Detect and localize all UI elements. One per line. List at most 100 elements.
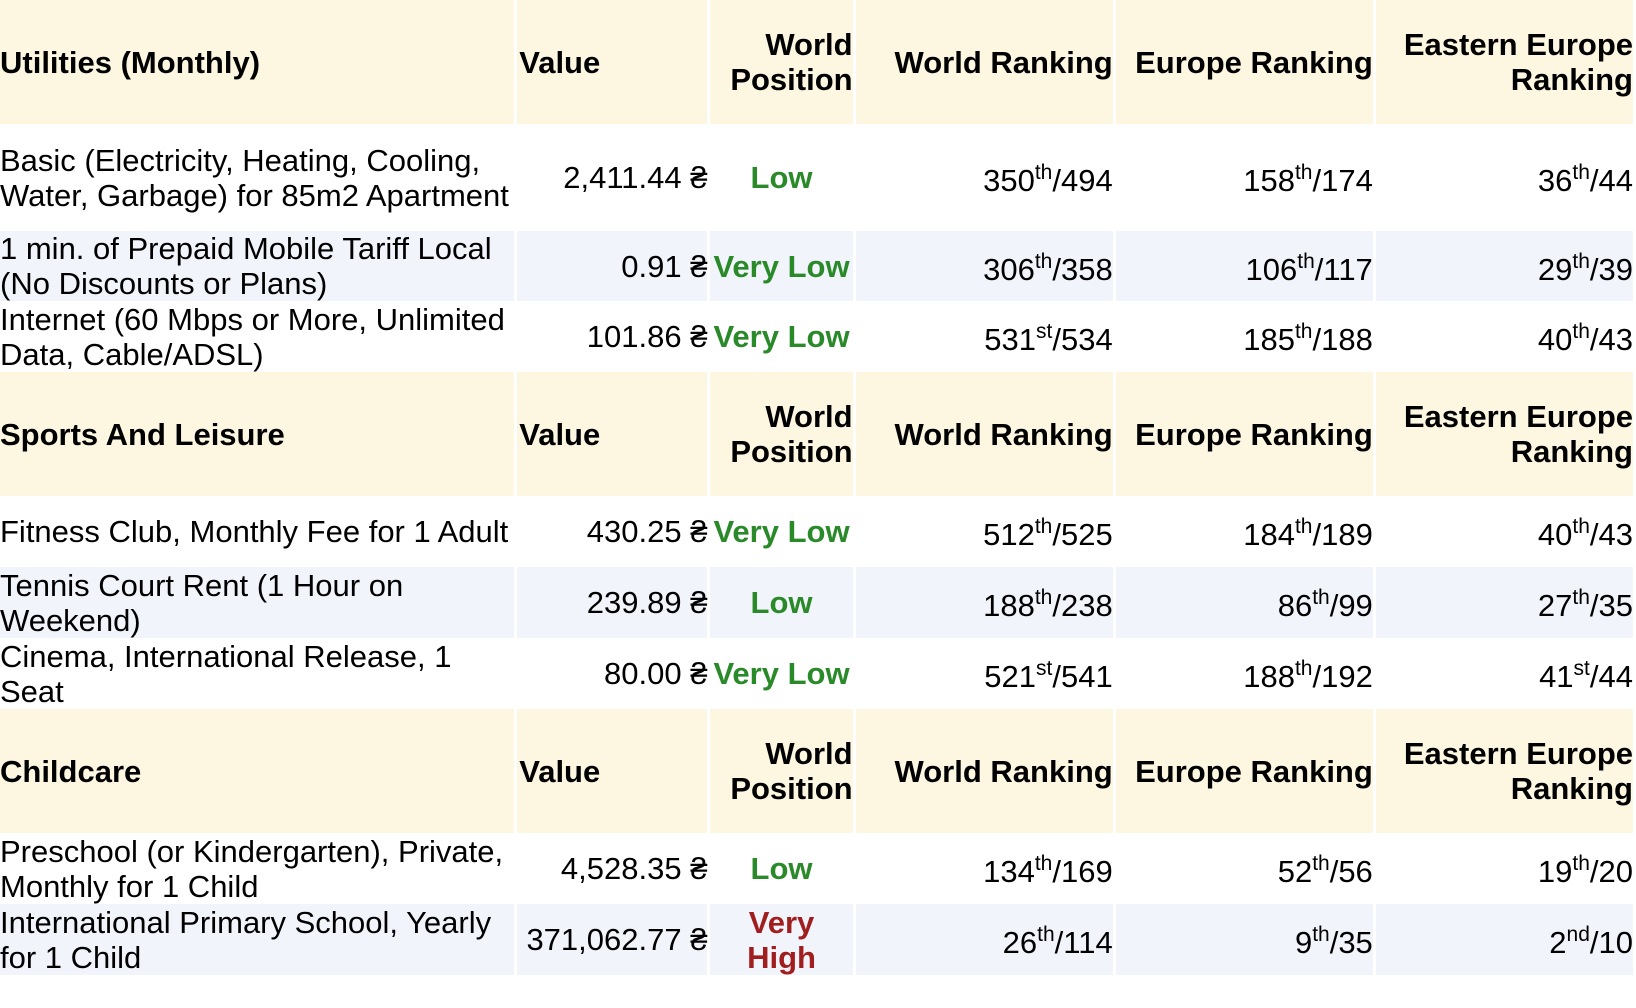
europe-ranking-total: /99: [1329, 588, 1373, 623]
world-ranking-total: /541: [1052, 659, 1113, 694]
table-row: International Primary School, Yearly for…: [0, 904, 1633, 975]
world-ranking-suffix: th: [1034, 161, 1053, 184]
item-name: Fitness Club, Monthly Fee for 1 Adult: [0, 514, 509, 549]
europe-ranking: 9th/35: [1115, 904, 1373, 975]
eastern-europe-ranking-suffix: th: [1572, 586, 1590, 609]
section-header: Childcare Value World Position World Rankin…: [0, 709, 1633, 833]
eastern-europe-ranking-number: 41: [1539, 659, 1574, 694]
world-position-rating: Very High: [710, 904, 853, 975]
europe-ranking-suffix: th: [1312, 852, 1330, 875]
europe-ranking: 188th/192: [1116, 638, 1373, 709]
europe-ranking-total: /35: [1329, 925, 1373, 960]
table-row: Preschool (or Kindergarten), Private, Mo…: [0, 833, 1633, 904]
cost-of-living-table: Utilities (Monthly) Value World Position Wo…: [0, 0, 1636, 975]
eastern-europe-ranking-total: /10: [1589, 925, 1633, 960]
section-header: Utilities (Monthly) Value World Position Wo…: [0, 0, 1633, 124]
europe-ranking-number: 86: [1277, 588, 1313, 623]
europe-ranking-column-header: Europe Ranking: [1115, 709, 1373, 833]
europe-ranking: 106th/117: [1115, 231, 1373, 301]
eastern-europe-ranking: 2nd/10: [1375, 904, 1633, 975]
world-ranking-number: 188: [983, 588, 1035, 623]
world-ranking-number: 134: [983, 854, 1035, 889]
eastern-europe-ranking-number: 40: [1537, 322, 1573, 357]
item-value: 0.91 ₴: [517, 231, 708, 301]
eastern-europe-ranking-number: 40: [1537, 517, 1573, 552]
europe-ranking-number: 184: [1243, 517, 1295, 552]
europe-ranking-number: 185: [1243, 322, 1295, 357]
europe-ranking: 86th/99: [1115, 567, 1373, 638]
world-ranking-total: /169: [1052, 854, 1113, 889]
eastern-europe-ranking-column-header: Eastern Europe Ranking: [1375, 709, 1633, 833]
item-value: 101.86 ₴: [586, 319, 708, 354]
section-title: Childcare: [0, 709, 515, 833]
world-position-rating: Very Low: [710, 231, 853, 301]
world-ranking: 512th/525: [856, 496, 1113, 567]
world-position-rating: Low: [750, 160, 813, 195]
eastern-europe-ranking-total: /44: [1589, 659, 1633, 694]
item-name: Cinema, International Release, 1 Seat: [0, 638, 452, 709]
item-name: International Primary School, Yearly for…: [0, 904, 515, 975]
world-ranking-total: /114: [1054, 925, 1113, 960]
item-name: Basic (Electricity, Heating, Cooling, Wa…: [0, 142, 509, 213]
europe-ranking-total: /56: [1329, 854, 1373, 889]
europe-ranking: 158th/174: [1116, 124, 1373, 231]
world-ranking-column-header: World Ranking: [855, 709, 1113, 833]
europe-ranking-suffix: th: [1294, 161, 1313, 184]
table-row: Basic (Electricity, Heating, Cooling, Wa…: [0, 124, 1633, 231]
europe-ranking-total: /174: [1312, 163, 1373, 198]
eastern-europe-ranking-total: /20: [1589, 854, 1633, 889]
eastern-europe-ranking-suffix: th: [1572, 852, 1590, 875]
item-value: 80.00 ₴: [604, 656, 708, 691]
table-row: Cinema, International Release, 1 Seat 80.…: [0, 638, 1633, 709]
world-position-rating: Low: [750, 851, 813, 886]
item-name: Internet (60 Mbps or More, Unlimited Dat…: [0, 301, 505, 372]
eastern-europe-ranking-number: 27: [1537, 588, 1573, 623]
world-position-column-header: World Position: [710, 0, 853, 124]
item-value: 371,062.77 ₴: [517, 904, 708, 975]
world-ranking-total: /525: [1052, 517, 1113, 552]
value-column-header: Value: [517, 709, 708, 833]
world-ranking-suffix: th: [1034, 586, 1053, 609]
world-ranking-number: 512: [983, 517, 1035, 552]
europe-ranking-suffix: th: [1294, 320, 1313, 343]
eastern-europe-ranking: 29th/39: [1375, 231, 1633, 301]
world-ranking-number: 531: [984, 322, 1037, 357]
eastern-europe-ranking-column-header: Eastern Europe Ranking: [1375, 0, 1633, 124]
section-title: Sports And Leisure: [0, 372, 515, 496]
world-ranking-number: 306: [983, 251, 1035, 287]
eastern-europe-ranking-suffix: th: [1572, 249, 1590, 273]
eastern-europe-ranking-column-header: Eastern Europe Ranking: [1375, 372, 1633, 496]
world-position-rating: Low: [710, 567, 853, 638]
table-row: Internet (60 Mbps or More, Unlimited Dat…: [0, 301, 1633, 372]
europe-ranking: 185th/188: [1116, 301, 1373, 372]
world-ranking-total: /238: [1052, 588, 1113, 623]
value-column-header: Value: [517, 372, 708, 496]
europe-ranking-suffix: th: [1312, 586, 1330, 609]
world-ranking: 531st/534: [856, 301, 1113, 372]
world-ranking-column-header: World Ranking: [855, 0, 1113, 124]
world-position-rating: Very Low: [713, 656, 850, 691]
eastern-europe-ranking-total: /44: [1589, 163, 1633, 198]
eastern-europe-ranking-suffix: nd: [1566, 923, 1590, 946]
world-ranking: 134th/169: [856, 833, 1113, 904]
eastern-europe-ranking-number: 36: [1537, 163, 1573, 198]
eastern-europe-ranking-suffix: th: [1572, 320, 1590, 343]
eastern-europe-ranking: 40th/43: [1376, 301, 1633, 372]
eastern-europe-ranking: 36th/44: [1376, 124, 1633, 231]
world-position-rating: Very Low: [713, 514, 850, 549]
eastern-europe-ranking: 40th/43: [1376, 496, 1633, 567]
eastern-europe-ranking-total: /39: [1589, 251, 1633, 287]
world-ranking-suffix: th: [1034, 852, 1053, 875]
item-value: 239.89 ₴: [517, 567, 708, 638]
item-name: Tennis Court Rent (1 Hour on Weekend): [0, 567, 515, 638]
world-ranking: 188th/238: [855, 567, 1113, 638]
eastern-europe-ranking-total: /43: [1589, 517, 1633, 552]
world-ranking-number: 521: [984, 659, 1037, 694]
eastern-europe-ranking-number: 29: [1537, 251, 1573, 287]
world-ranking-number: 26: [1002, 925, 1038, 960]
europe-ranking: 52th/56: [1116, 833, 1373, 904]
europe-ranking-number: 52: [1277, 854, 1313, 889]
world-ranking-total: /358: [1052, 251, 1113, 287]
eastern-europe-ranking-total: /35: [1589, 588, 1633, 623]
world-ranking-total: /534: [1052, 322, 1113, 357]
